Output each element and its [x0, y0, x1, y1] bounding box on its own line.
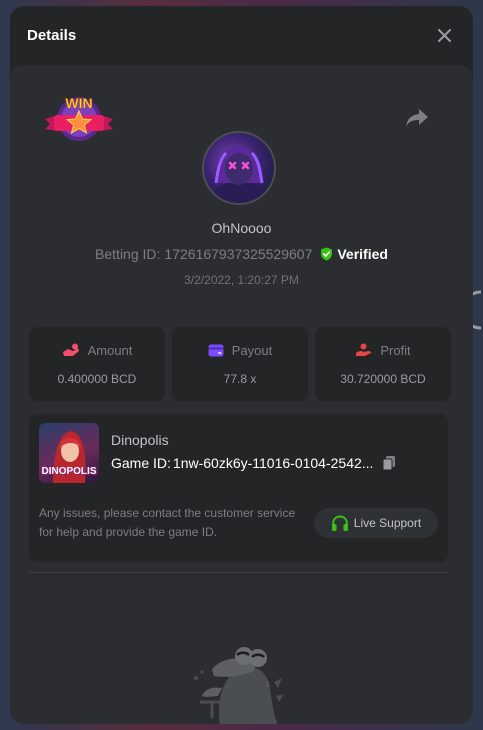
amount-value: 0.400000 BCD [57, 371, 137, 386]
share-icon[interactable] [404, 107, 430, 129]
bet-details-panel: WIN OhNoooo Betting ID: 1726167937325529… [10, 65, 473, 724]
payout-label: Payout [231, 342, 273, 358]
game-thumbnail[interactable]: DINOPOLIS [39, 423, 99, 483]
betting-id-label: Betting ID: [95, 246, 161, 262]
betting-id-value: 1726167937325529607 [164, 246, 313, 262]
verified-shield-icon [321, 247, 333, 261]
game-id-value: 1nw-60zk6y-11016-0104-2542... [172, 455, 374, 471]
crocodile-mascot-icon: z [194, 647, 284, 724]
payout-wallet-icon [208, 344, 224, 356]
bet-stats: Amount 0.400000 BCD Payout 77.8 x Profit… [29, 327, 451, 401]
amount-icon [62, 343, 79, 356]
game-id-label: Game ID: [111, 455, 171, 471]
copy-icon[interactable] [381, 455, 397, 471]
betting-id-row: Betting ID: 1726167937325529607 Verified [10, 246, 473, 262]
username: OhNoooo [211, 220, 272, 236]
verified-badge: Verified [320, 246, 388, 262]
avatar [202, 131, 276, 205]
live-support-label: Live Support [353, 516, 422, 530]
game-thumbnail-title: DINOPOLIS [41, 466, 97, 477]
payout-value: 77.8 x [223, 371, 257, 386]
close-icon [437, 28, 451, 42]
profit-value: 30.720000 BCD [340, 371, 426, 386]
support-instructions: Any issues, please contact the customer … [39, 506, 296, 539]
amount-card: Amount 0.400000 BCD [29, 327, 165, 401]
profit-label: Profit [380, 342, 411, 358]
side-arrow-icon [473, 290, 482, 330]
modal-title: Details [27, 26, 77, 44]
avatar-image [211, 147, 267, 203]
details-modal: Details WIN OhNoooo Betting ID: 17261679… [10, 6, 473, 724]
svg-text:z: z [266, 681, 270, 688]
divider [29, 572, 448, 573]
game-name[interactable]: Dinopolis [111, 432, 169, 448]
win-badge-icon: WIN [45, 95, 113, 141]
bet-timestamp: 3/2/2022, 1:20:27 PM [184, 273, 299, 287]
profit-card: Profit 30.720000 BCD [315, 327, 451, 401]
amount-label: Amount [87, 342, 133, 358]
profit-icon [356, 343, 372, 356]
live-support-button[interactable]: Live Support [314, 508, 438, 538]
game-card: DINOPOLIS Dinopolis Game ID: 1nw-60zk6y-… [29, 414, 448, 562]
game-id-row: Game ID: 1nw-60zk6y-11016-0104-2542... [111, 455, 397, 471]
verified-label: Verified [337, 246, 388, 262]
headset-icon [331, 514, 348, 531]
payout-card: Payout 77.8 x [172, 327, 308, 401]
modal-header: Details [10, 6, 473, 64]
win-badge-text: WIN [65, 95, 92, 111]
close-button[interactable] [433, 24, 455, 46]
